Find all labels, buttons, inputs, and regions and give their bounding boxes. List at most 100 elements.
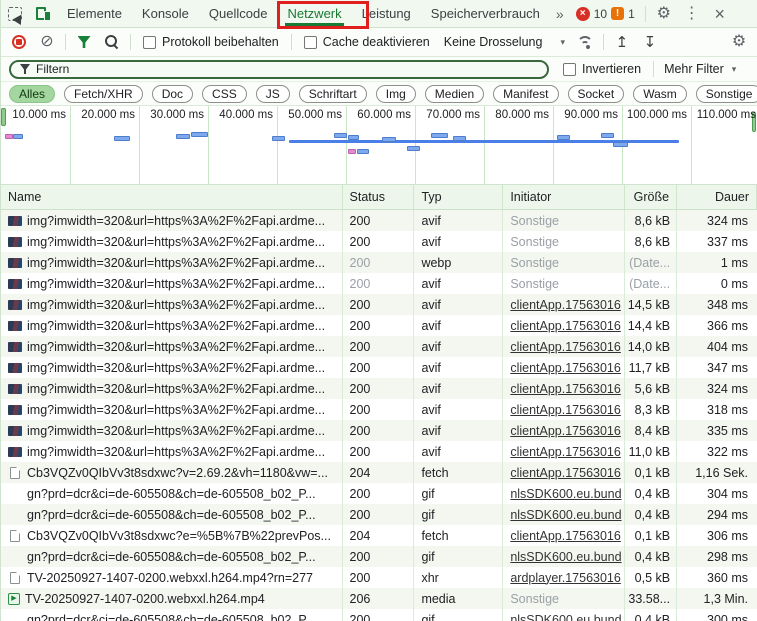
throttling-select[interactable]: Keine Drosselung ▾ (444, 35, 565, 49)
table-row[interactable]: gn?prd=dcr&ci=de-605508&ch=de-605508_b02… (1, 504, 757, 525)
table-row[interactable]: img?imwidth=320&url=https%3A%2F%2Fapi.ar… (1, 294, 757, 315)
table-row[interactable]: img?imwidth=320&url=https%3A%2F%2Fapi.ar… (1, 441, 757, 462)
preserve-log-checkbox[interactable] (143, 36, 156, 49)
initiator-text[interactable]: clientApp.17563016 (510, 340, 621, 354)
more-tabs-button[interactable]: » (550, 6, 570, 22)
initiator-text[interactable]: ardplayer.17563016 (510, 571, 621, 585)
filter-chip-wasm[interactable]: Wasm (633, 85, 687, 103)
table-row[interactable]: Cb3VQZv0QIbVv3t8sdxwc?e=%5B%7B%22prevPos… (1, 525, 757, 546)
request-name-cell[interactable]: img?imwidth=320&url=https%3A%2F%2Fapi.ar… (1, 441, 343, 462)
request-name-cell[interactable]: img?imwidth=320&url=https%3A%2F%2Fapi.ar… (1, 294, 343, 315)
filter-chip-doc[interactable]: Doc (152, 85, 193, 103)
table-row[interactable]: ▶ TV-20250927-1407-0200.webxxl.h264.mp4 … (1, 588, 757, 609)
table-row[interactable]: img?imwidth=320&url=https%3A%2F%2Fapi.ar… (1, 231, 757, 252)
column-header-name[interactable]: Name (1, 185, 343, 209)
table-row[interactable]: gn?prd=dcr&ci=de-605508&ch=de-605508_b02… (1, 546, 757, 567)
initiator-text[interactable]: nlsSDK600.eu.bund (510, 613, 621, 621)
request-name-cell[interactable]: img?imwidth=320&url=https%3A%2F%2Fapi.ar… (1, 231, 343, 252)
initiator-text[interactable]: clientApp.17563016 (510, 319, 621, 333)
table-row[interactable]: img?imwidth=320&url=https%3A%2F%2Fapi.ar… (1, 378, 757, 399)
filter-chip-socket[interactable]: Socket (568, 85, 625, 103)
warning-badge-icon[interactable]: ! (611, 7, 624, 20)
menu-button[interactable]: ⋮ (680, 3, 704, 25)
clear-network-log-button[interactable]: ⊘ (35, 31, 59, 53)
tab-quellcode[interactable]: Quellcode (199, 0, 278, 27)
request-name-cell[interactable]: img?imwidth=320&url=https%3A%2F%2Fapi.ar… (1, 273, 343, 294)
initiator-text[interactable]: nlsSDK600.eu.bund (510, 550, 621, 564)
filter-input[interactable]: Filtern (9, 60, 549, 79)
table-row[interactable]: img?imwidth=320&url=https%3A%2F%2Fapi.ar… (1, 399, 757, 420)
table-row[interactable]: img?imwidth=320&url=https%3A%2F%2Fapi.ar… (1, 315, 757, 336)
request-name-cell[interactable]: ▶ TV-20250927-1407-0200.webxxl.h264.mp4 (1, 588, 343, 609)
initiator-text[interactable]: clientApp.17563016 (510, 298, 621, 312)
table-row[interactable]: img?imwidth=320&url=https%3A%2F%2Fapi.ar… (1, 252, 757, 273)
filter-toggle-button[interactable] (72, 31, 96, 53)
disable-cache-checkbox[interactable] (304, 36, 317, 49)
request-name-cell[interactable]: gn?prd=dcr&ci=de-605508&ch=de-605508_b02… (1, 546, 343, 567)
export-har-button[interactable]: ↧ (638, 31, 662, 53)
tab-konsole[interactable]: Konsole (132, 0, 199, 27)
tab-netzwerk[interactable]: Netzwerk (277, 0, 351, 27)
request-name-cell[interactable]: gn?prd=dcr&ci=de-605508&ch=de-605508_b02… (1, 504, 343, 525)
table-row[interactable]: img?imwidth=320&url=https%3A%2F%2Fapi.ar… (1, 357, 757, 378)
filter-chip-manifest[interactable]: Manifest (493, 85, 558, 103)
filter-chip-fetch-xhr[interactable]: Fetch/XHR (64, 85, 143, 103)
error-badge-icon[interactable]: × (576, 7, 590, 21)
column-header-initiator[interactable]: Initiator (503, 185, 625, 209)
request-name-cell[interactable]: gn?prd=dcr&ci=de-605508&ch=de-605508_b02… (1, 609, 343, 621)
initiator-text[interactable]: clientApp.17563016 (510, 403, 621, 417)
filter-chip-alles[interactable]: Alles (9, 85, 55, 103)
initiator-text[interactable]: nlsSDK600.eu.bund (510, 487, 621, 501)
initiator-text[interactable]: clientApp.17563016 (510, 529, 621, 543)
filter-chip-js[interactable]: JS (256, 85, 290, 103)
invert-checkbox[interactable] (563, 63, 576, 76)
request-name-cell[interactable]: img?imwidth=320&url=https%3A%2F%2Fapi.ar… (1, 357, 343, 378)
request-name-cell[interactable]: img?imwidth=320&url=https%3A%2F%2Fapi.ar… (1, 252, 343, 273)
request-name-cell[interactable]: TV-20250927-1407-0200.webxxl.h264.mp4?rn… (1, 567, 343, 588)
more-filters-dropdown[interactable]: Mehr Filter ▾ (664, 62, 736, 76)
filter-chip-sonstige[interactable]: Sonstige (696, 85, 757, 103)
close-devtools-button[interactable]: × (708, 3, 732, 25)
device-toolbar-button[interactable] (31, 3, 55, 25)
request-name-cell[interactable]: img?imwidth=320&url=https%3A%2F%2Fapi.ar… (1, 420, 343, 441)
inspect-element-button[interactable] (3, 3, 27, 25)
filter-chip-img[interactable]: Img (376, 85, 416, 103)
table-row[interactable]: Cb3VQZv0QIbVv3t8sdxwc?v=2.69.2&vh=1180&v… (1, 462, 757, 483)
table-row[interactable]: img?imwidth=320&url=https%3A%2F%2Fapi.ar… (1, 420, 757, 441)
request-name-cell[interactable]: Cb3VQZv0QIbVv3t8sdxwc?v=2.69.2&vh=1180&v… (1, 462, 343, 483)
column-header-status[interactable]: Status (343, 185, 415, 209)
initiator-text[interactable]: clientApp.17563016 (510, 424, 621, 438)
tab-elemente[interactable]: Elemente (57, 0, 132, 27)
network-settings-button[interactable]: ⚙ (727, 31, 751, 53)
tab-leistung[interactable]: Leistung (352, 0, 421, 27)
column-header-groesse[interactable]: Größe (625, 185, 677, 209)
initiator-text[interactable]: clientApp.17563016 (510, 445, 621, 459)
search-button[interactable] (100, 31, 124, 53)
request-name-cell[interactable]: Cb3VQZv0QIbVv3t8sdxwc?e=%5B%7B%22prevPos… (1, 525, 343, 546)
request-name-cell[interactable]: img?imwidth=320&url=https%3A%2F%2Fapi.ar… (1, 210, 343, 231)
table-row[interactable]: img?imwidth=320&url=https%3A%2F%2Fapi.ar… (1, 336, 757, 357)
request-name-cell[interactable]: gn?prd=dcr&ci=de-605508&ch=de-605508_b02… (1, 483, 343, 504)
table-row[interactable]: TV-20250927-1407-0200.webxxl.h264.mp4?rn… (1, 567, 757, 588)
table-row[interactable]: gn?prd=dcr&ci=de-605508&ch=de-605508_b02… (1, 483, 757, 504)
request-name-cell[interactable]: img?imwidth=320&url=https%3A%2F%2Fapi.ar… (1, 336, 343, 357)
filter-chip-css[interactable]: CSS (202, 85, 247, 103)
record-network-log-button[interactable] (7, 31, 31, 53)
initiator-text[interactable]: clientApp.17563016 (510, 466, 621, 480)
network-overview-timeline[interactable]: 10.000 ms20.000 ms30.000 ms40.000 ms50.0… (1, 106, 757, 185)
network-conditions-button[interactable] (573, 31, 597, 53)
settings-button[interactable]: ⚙ (652, 3, 676, 25)
request-name-cell[interactable]: img?imwidth=320&url=https%3A%2F%2Fapi.ar… (1, 315, 343, 336)
table-row[interactable]: gn?prd=dcr&ci=de-605508&ch=de-605508_b02… (1, 609, 757, 621)
import-har-button[interactable]: ↥ (610, 31, 634, 53)
tab-speicherverbrauch[interactable]: Speicherverbrauch (421, 0, 550, 27)
column-header-typ[interactable]: Typ (414, 185, 503, 209)
initiator-text[interactable]: clientApp.17563016 (510, 382, 621, 396)
request-name-cell[interactable]: img?imwidth=320&url=https%3A%2F%2Fapi.ar… (1, 378, 343, 399)
request-name-cell[interactable]: img?imwidth=320&url=https%3A%2F%2Fapi.ar… (1, 399, 343, 420)
filter-chip-medien[interactable]: Medien (425, 85, 484, 103)
table-row[interactable]: img?imwidth=320&url=https%3A%2F%2Fapi.ar… (1, 210, 757, 231)
filter-chip-schriftart[interactable]: Schriftart (299, 85, 367, 103)
initiator-text[interactable]: nlsSDK600.eu.bund (510, 508, 621, 522)
initiator-text[interactable]: clientApp.17563016 (510, 361, 621, 375)
